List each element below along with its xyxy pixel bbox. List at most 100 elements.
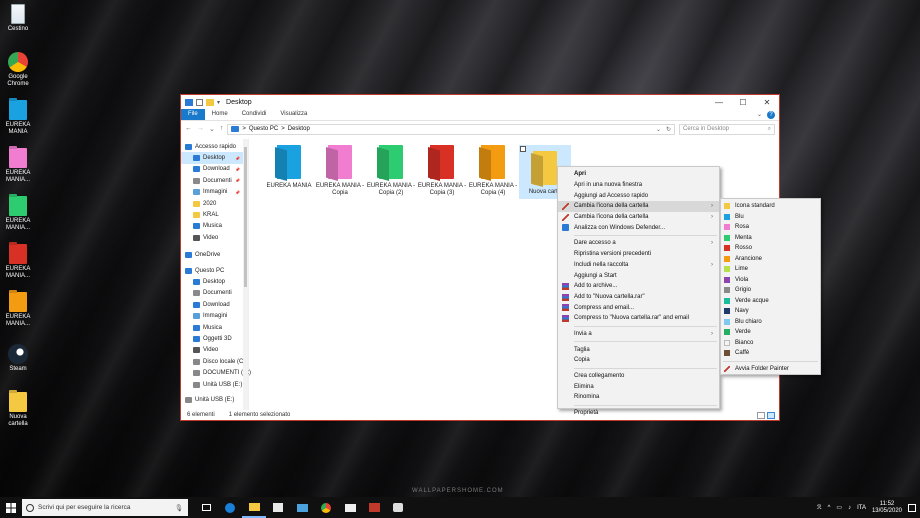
nav-item[interactable]: Musica [181, 322, 248, 333]
context-menu-item[interactable]: Analizza con Windows Defender... [558, 222, 719, 233]
color-option[interactable]: Verde acque [721, 296, 820, 307]
tab-file[interactable]: File [181, 109, 205, 120]
file-item[interactable]: EUREKA MANIA - Copia (4) [467, 145, 519, 197]
breadcrumb-this-pc[interactable]: Questo PC [249, 126, 278, 132]
tab-share[interactable]: Condividi [235, 109, 274, 120]
file-item[interactable]: EUREKA MANIA - Copia (2) [365, 145, 417, 197]
nav-item[interactable]: 2020 [181, 198, 248, 209]
tab-view[interactable]: Visualizza [273, 109, 314, 120]
nav-item[interactable]: Video [181, 345, 248, 356]
context-menu-item[interactable]: Copia [558, 355, 719, 366]
context-menu-item[interactable]: Rinomina [558, 392, 719, 403]
taskbar-search-input[interactable]: Scrivi qui per eseguire la ricerca 🎙︎ [22, 499, 188, 516]
nav-scrollbar[interactable] [243, 139, 248, 410]
edge-icon[interactable] [218, 497, 242, 518]
context-menu-item[interactable]: Includi nella raccolta › [558, 260, 719, 271]
context-menu-item[interactable]: Cambia l'icona della cartella › [558, 201, 719, 212]
color-option[interactable]: Icona standard [721, 201, 820, 212]
nav-item[interactable]: Video [181, 232, 248, 243]
nav-item[interactable]: Immagini 📌 [181, 187, 248, 198]
color-option[interactable]: Menta [721, 233, 820, 244]
nav-item[interactable]: Documenti [181, 288, 248, 299]
up-arrow-icon[interactable]: ↑ [220, 125, 224, 133]
minimize-button[interactable]: — [707, 98, 731, 107]
nav-item[interactable]: Immagini [181, 310, 248, 321]
selection-checkbox[interactable] [520, 146, 526, 152]
refresh-icon[interactable]: ↻ [666, 126, 671, 133]
color-option[interactable]: Arancione [721, 254, 820, 265]
large-icons-view-icon[interactable] [767, 411, 775, 419]
breadcrumb-desktop[interactable]: Desktop [288, 126, 310, 132]
desktop-shortcut[interactable]: Nuova cartella [2, 392, 34, 428]
mail-icon[interactable] [290, 497, 314, 518]
forward-arrow-icon[interactable]: → [197, 125, 204, 133]
context-menu-item[interactable]: Taglia [558, 344, 719, 355]
store-icon[interactable] [266, 497, 290, 518]
launch-folder-painter-button[interactable]: Avvia Folder Painter [721, 364, 820, 375]
file-item[interactable]: EUREKA MANIA [263, 145, 315, 190]
nav-item[interactable]: KRAL [181, 209, 248, 220]
nav-item[interactable]: Musica [181, 221, 248, 232]
nav-item[interactable]: Unità USB (E:) [181, 394, 248, 405]
paint-icon[interactable] [386, 497, 410, 518]
nav-item[interactable]: DOCUMENTI (D:) [181, 367, 251, 378]
start-button[interactable] [0, 497, 22, 518]
context-menu-item[interactable]: Invia a › [558, 329, 719, 340]
expand-ribbon-icon[interactable]: ⌄ [757, 111, 762, 118]
title-bar[interactable]: ▾ Desktop — ☐ ✕ [181, 95, 779, 109]
context-menu-item[interactable]: Aggiungi a Start [558, 270, 719, 281]
color-option[interactable]: Rosso [721, 243, 820, 254]
tab-home[interactable]: Home [205, 109, 235, 120]
nav-item[interactable]: Questo PC [181, 265, 248, 276]
desktop-shortcut[interactable]: Steam [2, 344, 34, 373]
context-menu-item[interactable]: Compress and email... [558, 302, 719, 313]
show-hidden-icons-icon[interactable]: ^ [828, 505, 831, 511]
details-view-icon[interactable] [757, 411, 765, 419]
volume-icon[interactable]: ♪ [848, 505, 851, 511]
context-menu-item[interactable]: Ripristina versioni precedenti [558, 249, 719, 260]
search-input[interactable]: Cerca in Desktop ⌕ [679, 123, 775, 135]
context-menu-item[interactable]: Crea collegamento [558, 371, 719, 382]
desktop-shortcut[interactable]: Cestino [2, 4, 34, 33]
address-bar[interactable]: > Questo PC > Desktop ⌄ ↻ [227, 123, 675, 135]
nav-item[interactable]: Desktop [181, 276, 248, 287]
context-menu-item[interactable]: Apri in una nuova finestra [558, 180, 719, 191]
nav-item[interactable]: Oggetti 3D [181, 333, 248, 344]
color-option[interactable]: Viola [721, 275, 820, 286]
context-menu-item[interactable]: Elimina [558, 381, 719, 392]
color-option[interactable]: Navy [721, 306, 820, 317]
nav-item[interactable]: Accesso rapido [181, 141, 248, 152]
new-folder-icon[interactable] [206, 98, 214, 106]
context-menu-item[interactable]: Add to archive... [558, 281, 719, 292]
language-indicator[interactable]: ITA [857, 505, 866, 511]
back-arrow-icon[interactable]: ← [185, 125, 192, 133]
nav-item[interactable]: Unità USB (E:) [181, 379, 248, 390]
color-option[interactable]: Blu chiaro [721, 317, 820, 328]
chevron-down-icon[interactable]: ▾ [217, 99, 220, 106]
nav-item[interactable]: OneDrive [181, 250, 248, 261]
nav-item[interactable]: Desktop 📌 [181, 152, 248, 164]
maximize-button[interactable]: ☐ [731, 98, 755, 107]
people-icon[interactable]: ℛ [817, 504, 822, 511]
task-view-icon[interactable] [194, 497, 218, 518]
context-menu-item[interactable]: Add to "Nuova cartella.rar" [558, 292, 719, 303]
color-option[interactable]: Bianco [721, 338, 820, 349]
file-item[interactable]: EUREKA MANIA - Copia [314, 145, 366, 197]
context-menu-item[interactable]: Dare accesso a › [558, 238, 719, 249]
file-explorer-icon[interactable] [242, 497, 266, 518]
microphone-icon[interactable]: 🎙︎ [175, 504, 188, 512]
color-option[interactable]: Blu [721, 212, 820, 223]
context-menu-item[interactable]: Apri [558, 169, 719, 180]
recent-locations-icon[interactable]: ⌄ [209, 125, 215, 133]
desktop-shortcut[interactable]: EUREKA MANIA... [2, 196, 34, 232]
network-icon[interactable]: ▭ [836, 504, 842, 511]
nav-item[interactable]: Disco locale (C:) [181, 356, 248, 367]
chrome-icon[interactable] [314, 497, 338, 518]
desktop-shortcut[interactable]: Google Chrome [2, 52, 34, 88]
nav-item[interactable]: Download 📌 [181, 164, 248, 175]
desktop-shortcut[interactable]: EUREKA MANIA... [2, 292, 34, 328]
desktop-shortcut[interactable]: EUREKA MANIA... [2, 244, 34, 280]
color-option[interactable]: Grigio [721, 285, 820, 296]
app-icon[interactable] [362, 497, 386, 518]
desktop-shortcut[interactable]: EUREKA MANIA [2, 100, 34, 136]
